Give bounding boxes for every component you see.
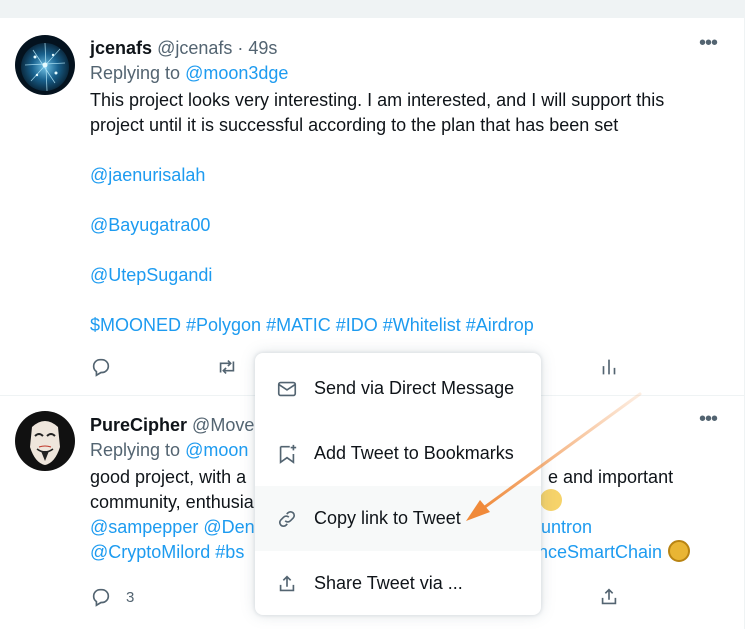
replying-prefix: Replying to [90,63,181,83]
mention-link[interactable]: @jaenurisalah [90,163,714,188]
mention-link[interactable]: @Bayugatra00 [90,213,714,238]
tweet-text-fragment: e and important [548,467,674,487]
tweet-text: This project looks very interesting. I a… [90,88,714,338]
reply-icon [92,358,110,377]
menu-item-bookmark[interactable]: Add Tweet to Bookmarks [255,421,541,486]
network-globe-avatar-icon [15,35,75,95]
hashtag-links[interactable]: nceSmartChain [538,540,662,565]
replying-prefix: Replying to [90,440,181,460]
mention-links[interactable]: @sampepper @Den [90,515,255,540]
share-button[interactable] [598,582,620,612]
top-divider-band [0,0,744,18]
analytics-button[interactable] [598,352,620,382]
tweet-content: jcenafs @jcenafs · 49s Replying to @moon… [90,36,714,338]
replying-to-link[interactable]: @moon [185,440,248,460]
avatar[interactable] [15,411,75,471]
tweet-jcenafs[interactable]: jcenafs @jcenafs · 49s Replying to @moon… [0,18,744,396]
more-options-icon[interactable]: ••• [696,33,720,58]
analytics-icon [602,359,616,375]
tweet-text-fragment: community, enthusia [90,492,254,512]
menu-item-copy-link[interactable]: Copy link to Tweet [255,486,541,551]
reply-button[interactable]: 3 [90,582,134,612]
menu-item-label: Copy link to Tweet [314,508,461,528]
tweet-text-fragment: good project, with a [90,467,247,487]
display-name[interactable]: jcenafs [90,38,152,58]
share-icon [279,574,295,591]
link-icon [278,510,296,527]
display-name[interactable]: PureCipher [90,415,187,435]
user-handle[interactable]: @jcenafs [157,38,232,58]
share-menu: Send via Direct Message Add Tweet to Boo… [255,353,541,615]
hashtag-links[interactable]: $MOONED #Polygon #MATIC #IDO #Whitelist … [90,313,714,338]
mask-avatar-icon [15,411,75,471]
envelope-icon [277,381,297,396]
retweet-button[interactable] [216,352,238,382]
scrollbar-track[interactable] [744,0,754,629]
bookmark-plus-icon [279,444,297,464]
menu-item-share-via[interactable]: Share Tweet via ... [255,551,541,616]
menu-item-label: Share Tweet via ... [314,573,463,593]
share-icon [601,588,617,605]
reply-button[interactable] [90,352,112,382]
bnb-coin-icon [668,540,690,562]
reply-icon [92,588,110,607]
menu-item-label: Send via Direct Message [314,378,515,398]
menu-item-direct-message[interactable]: Send via Direct Message [255,356,541,421]
tweet-timestamp[interactable]: 49s [248,38,277,58]
replying-to-link[interactable]: @moon3dge [185,63,288,83]
more-options-icon[interactable]: ••• [696,409,720,434]
replying-to: Replying to @moon3dge [90,61,714,86]
reply-count: 3 [126,588,135,606]
menu-item-label: Add Tweet to Bookmarks [314,443,514,463]
moon-emoji-icon [540,489,562,511]
tweet-header: jcenafs @jcenafs · 49s [90,36,714,60]
retweet-icon [219,359,235,375]
user-handle[interactable]: @Move [192,415,254,435]
avatar[interactable] [15,35,75,95]
hashtag-links[interactable]: @CryptoMilord #bs [90,540,244,565]
tweet-body: This project looks very interesting. I a… [90,90,665,135]
mention-link[interactable]: @UtepSugandi [90,263,714,288]
separator-dot: · [237,38,244,58]
